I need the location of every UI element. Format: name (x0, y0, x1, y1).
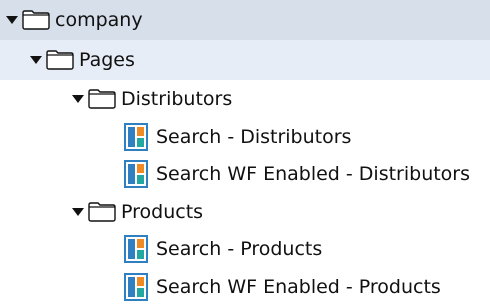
folder-icon (88, 202, 116, 222)
expand-arrow-icon[interactable] (72, 208, 84, 216)
tree-row-search-distributors[interactable]: Search - Distributors (0, 118, 490, 156)
expand-arrow-icon[interactable] (72, 95, 84, 103)
tree-row-search-wf-distributors[interactable]: Search WF Enabled - Distributors (0, 155, 490, 193)
expand-arrow-icon[interactable] (6, 16, 18, 24)
tree-node-distributors[interactable]: Distributors (72, 80, 232, 118)
tree-label-search-products: Search - Products (156, 238, 323, 260)
tree-leaf-search-wf-distributors[interactable]: Search WF Enabled - Distributors (124, 155, 470, 193)
tree-row-products[interactable]: Products (0, 193, 490, 231)
tree-leaf-search-wf-products[interactable]: Search WF Enabled - Products (124, 268, 441, 306)
tree-leaf-search-products[interactable]: Search - Products (124, 230, 322, 268)
report-page-icon (124, 273, 148, 301)
tree-label-distributors: Distributors (121, 88, 233, 110)
tree-node-pages[interactable]: Pages (30, 40, 135, 80)
tree-node-company[interactable]: company (6, 0, 143, 40)
folder-icon (46, 50, 74, 70)
report-page-icon (124, 235, 148, 263)
tree-label-search-distributors: Search - Distributors (156, 126, 352, 148)
page-tree: company Pages Distributors Search - Dist… (0, 0, 490, 307)
tree-row-company[interactable]: company (0, 0, 490, 40)
tree-row-search-wf-products[interactable]: Search WF Enabled - Products (0, 268, 490, 306)
tree-label-pages: Pages (79, 49, 135, 71)
tree-node-products[interactable]: Products (72, 193, 203, 231)
tree-label-products: Products (121, 201, 204, 223)
tree-row-search-products[interactable]: Search - Products (0, 230, 490, 268)
tree-label-search-wf-distributors: Search WF Enabled - Distributors (156, 163, 471, 185)
report-page-icon (124, 123, 148, 151)
tree-row-pages[interactable]: Pages (0, 40, 490, 80)
tree-row-distributors[interactable]: Distributors (0, 80, 490, 118)
tree-label-company: company (55, 9, 143, 31)
report-page-icon (124, 160, 148, 188)
tree-label-search-wf-products: Search WF Enabled - Products (156, 276, 441, 298)
folder-icon (22, 10, 50, 30)
folder-icon (88, 89, 116, 109)
expand-arrow-icon[interactable] (30, 56, 42, 64)
tree-leaf-search-distributors[interactable]: Search - Distributors (124, 118, 351, 156)
